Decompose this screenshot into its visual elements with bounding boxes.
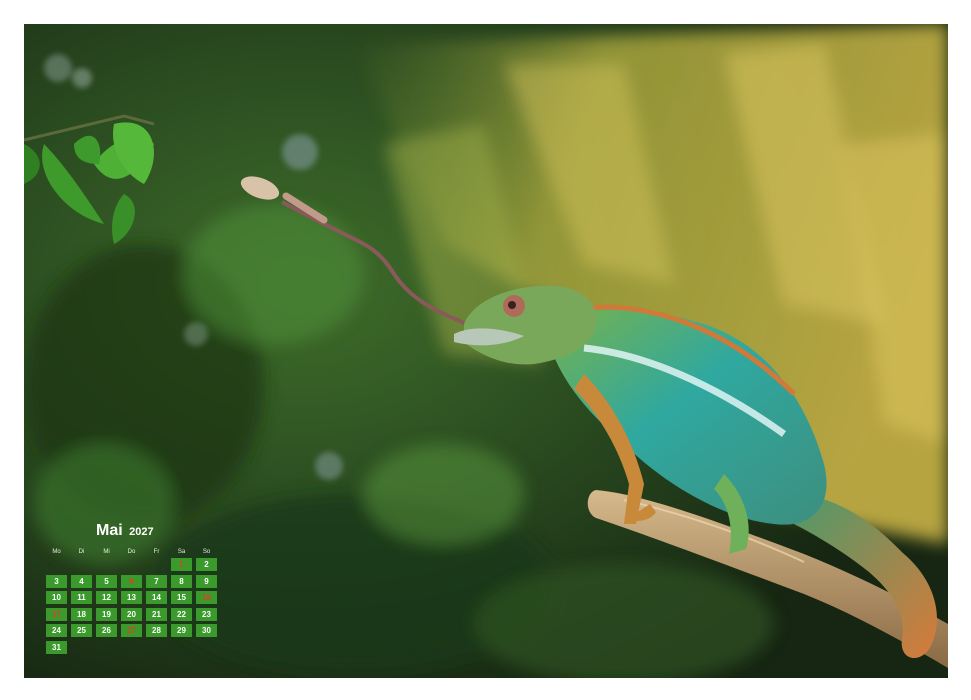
weekday-label: Fr bbox=[153, 549, 160, 555]
calendar-day: 23 bbox=[196, 607, 217, 621]
calendar-day: 11 bbox=[71, 591, 92, 604]
weekday-label: Sa bbox=[177, 549, 186, 555]
calendar-day: 27 bbox=[121, 624, 142, 637]
calendar-day: 10 bbox=[46, 591, 67, 604]
calendar-day: 16 bbox=[196, 591, 217, 604]
calendar-month: Mai bbox=[96, 522, 123, 539]
calendar-day: 29 bbox=[171, 624, 192, 637]
weekday-label: Mo bbox=[52, 549, 61, 555]
calendar-day: 12 bbox=[96, 591, 117, 604]
calendar-day: 7 bbox=[146, 574, 167, 588]
calendar-day: 31 bbox=[46, 640, 67, 654]
calendar-day: 2 bbox=[196, 558, 217, 571]
calendar-title: Mai 2027 bbox=[96, 522, 154, 540]
weekday-label: So bbox=[202, 549, 211, 555]
calendar-day: 13 bbox=[121, 591, 142, 604]
calendar-day: 21 bbox=[146, 607, 167, 621]
calendar-day: 1 bbox=[171, 558, 192, 571]
calendar-day: 5 bbox=[96, 574, 117, 588]
calendar-day: 22 bbox=[171, 607, 192, 621]
calendar-day: 17 bbox=[46, 607, 67, 621]
calendar-day: 9 bbox=[196, 574, 217, 588]
calendar-day: 8 bbox=[171, 574, 192, 588]
calendar-day: 24 bbox=[46, 624, 67, 637]
calendar-day: 28 bbox=[146, 624, 167, 637]
calendar-day: 18 bbox=[71, 607, 92, 621]
calendar-page: Mai 2027 Mo Di Mi Do Fr Sa So 1 2 3 4 5 6 7 8 9 10 11 12 1… bbox=[0, 0, 971, 700]
calendar-day: 25 bbox=[71, 624, 92, 637]
calendar-day: 30 bbox=[196, 624, 217, 637]
calendar-day: 6 bbox=[121, 574, 142, 588]
calendar-day: 15 bbox=[171, 591, 192, 604]
calendar-day: 19 bbox=[96, 607, 117, 621]
weekday-label: Mi bbox=[103, 549, 110, 555]
day-grid: 1 2 3 4 5 6 7 8 9 10 11 12 13 14 15 16 17 18 19 20 21 22 23 24 2… bbox=[46, 558, 222, 658]
calendar-day: 26 bbox=[96, 624, 117, 637]
calendar-day: 14 bbox=[146, 591, 167, 604]
calendar-day: 3 bbox=[46, 574, 67, 588]
weekday-label: Do bbox=[127, 549, 136, 555]
calendar-day: 20 bbox=[121, 607, 142, 621]
calendar-day: 4 bbox=[71, 574, 92, 588]
weekday-header: Mo Di Mi Do Fr Sa So bbox=[46, 549, 222, 557]
calendar-year: 2027 bbox=[129, 526, 154, 538]
weekday-label: Di bbox=[78, 549, 85, 555]
